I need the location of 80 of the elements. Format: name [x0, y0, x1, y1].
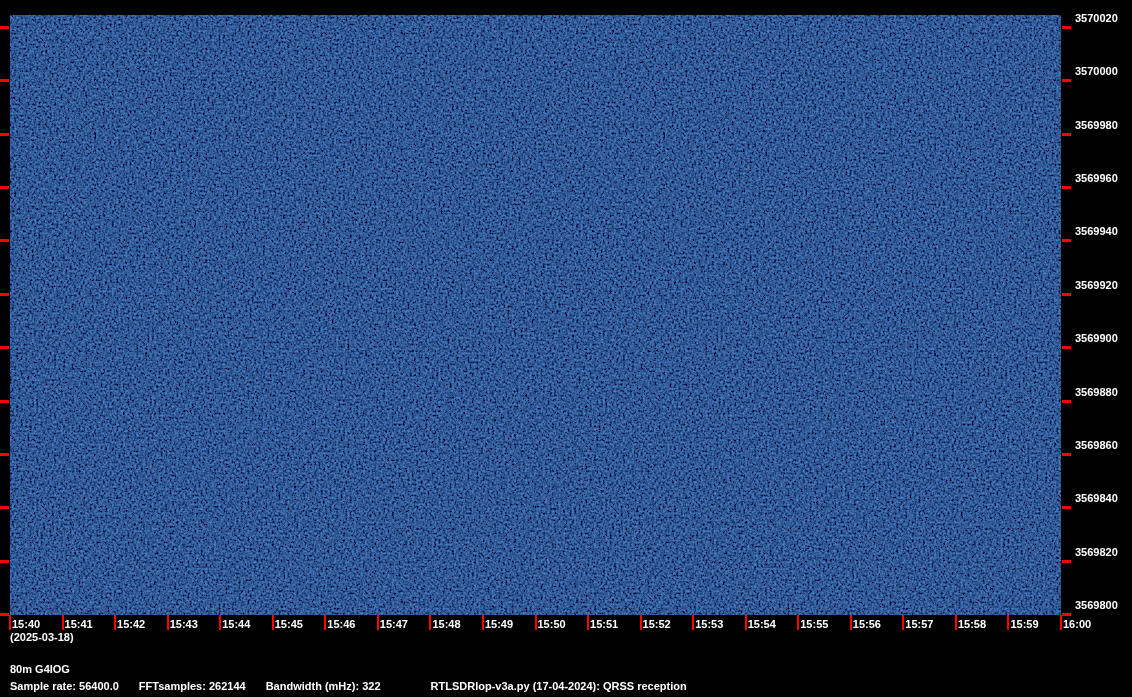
axis-tick	[0, 239, 9, 243]
axis-tick	[0, 132, 9, 136]
time-label: 15:58	[957, 618, 987, 631]
axis-tick	[744, 615, 747, 630]
axis-tick	[376, 615, 379, 630]
axis-tick	[902, 615, 905, 630]
axis-tick	[0, 452, 9, 456]
axis-tick	[1062, 26, 1071, 29]
time-label: 15:44	[222, 618, 251, 631]
time-label: 15:41	[64, 618, 93, 631]
axis-tick	[429, 615, 432, 630]
frequency-label: 3569980	[1075, 118, 1118, 132]
frequency-label: 3569900	[1075, 332, 1118, 346]
axis-tick	[0, 506, 9, 510]
axis-tick	[1062, 559, 1071, 563]
axis-tick	[1062, 292, 1071, 296]
frequency-label: 3569820	[1075, 545, 1118, 559]
time-label: 16:00	[1063, 618, 1092, 631]
time-label: 15:55	[800, 618, 829, 631]
time-label: 15:43	[169, 618, 198, 631]
frequency-label: 3570020	[1075, 12, 1118, 25]
axis-tick	[1007, 615, 1010, 630]
frequency-label: 3570000	[1075, 65, 1118, 79]
info-text: Sample rate: 56400.0	[10, 680, 119, 693]
axis-tick	[0, 79, 9, 83]
info-text: FFTsamples: 262144	[138, 680, 246, 693]
time-label: 15:50	[537, 618, 566, 631]
axis-tick	[481, 615, 484, 630]
time-label: 15:54	[747, 618, 776, 631]
time-label: 15:45	[274, 618, 303, 631]
axis-tick	[0, 186, 9, 190]
time-label: 15:46	[327, 618, 356, 631]
axis-tick	[0, 559, 9, 563]
axis-tick	[587, 615, 590, 630]
axis-tick	[219, 615, 222, 630]
time-label: 15:42	[117, 618, 146, 631]
axis-tick	[954, 615, 957, 630]
time-label: 15:56	[852, 618, 881, 631]
axis-tick	[849, 615, 852, 630]
frequency-label: 3569920	[1075, 278, 1118, 292]
time-label: 15:59	[1010, 618, 1039, 631]
info-text: Bandwidth (mHz): 322	[265, 680, 381, 693]
axis-tick	[0, 292, 9, 296]
axis-tick	[1062, 399, 1071, 403]
axis-tick	[0, 26, 9, 29]
time-label: 15:53	[695, 618, 724, 631]
station-label: 80m G4IOG	[10, 663, 70, 676]
axis-tick	[797, 615, 800, 630]
axis-tick	[1062, 186, 1071, 190]
axis-tick	[1062, 346, 1071, 350]
time-label: 15:40	[12, 618, 41, 631]
axis-tick	[114, 615, 117, 630]
time-label: 15:49	[484, 618, 514, 631]
axis-tick	[166, 615, 169, 630]
time-label: 15:47	[379, 618, 408, 631]
axis-tick	[1062, 506, 1071, 510]
axis-tick	[61, 615, 64, 630]
axis-tick	[534, 615, 537, 630]
axis-tick	[271, 615, 274, 630]
info-text: RTLSDRlop-v3a.py (17-04-2024): QRSS reception	[430, 680, 687, 693]
axis-tick	[1062, 132, 1071, 136]
frequency-label: 3569840	[1075, 492, 1118, 506]
axis-tick	[1062, 79, 1071, 83]
time-label: 15:52	[642, 618, 671, 631]
frequency-label: 3569860	[1075, 438, 1118, 452]
frequency-label: 3569800	[1075, 599, 1118, 612]
frequency-label: 3569940	[1075, 225, 1118, 239]
axis-tick	[639, 615, 642, 630]
axis-tick	[1062, 239, 1071, 243]
axis-tick	[0, 399, 9, 403]
time-label: 15:48	[432, 618, 461, 631]
axis-tick	[0, 346, 9, 350]
axis-tick	[692, 615, 695, 630]
axis-tick	[324, 615, 327, 630]
time-label: 15:57	[905, 618, 934, 631]
frequency-label: 3569960	[1075, 172, 1118, 186]
time-label: 15:51	[590, 618, 619, 631]
frequency-label: 3569880	[1075, 385, 1118, 399]
date-label: (2025-03-18)	[10, 631, 74, 644]
axis-tick	[1062, 452, 1071, 456]
